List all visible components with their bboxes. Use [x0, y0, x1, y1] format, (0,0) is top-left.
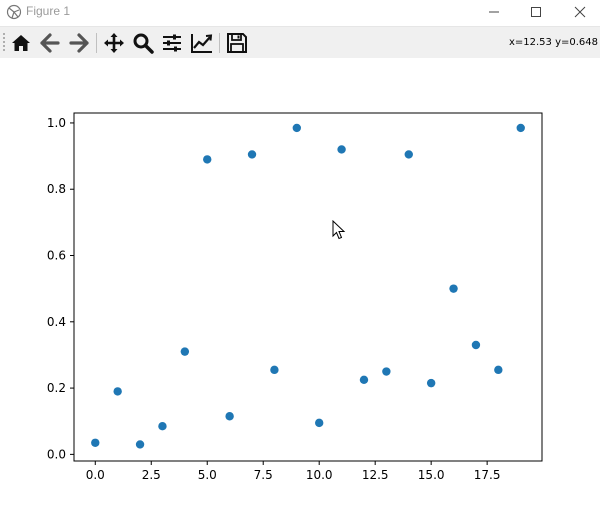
home-button[interactable] — [8, 30, 34, 56]
scatter-point — [337, 145, 346, 154]
x-tick-label: 15.0 — [418, 468, 445, 482]
scatter-point — [203, 155, 212, 164]
navigation-toolbar: x=12.53 y=0.648 — [0, 26, 600, 59]
y-tick-label: 0.2 — [47, 381, 66, 395]
forward-arrow-icon — [69, 33, 89, 53]
scatter-point — [135, 440, 145, 449]
configure-subplots-button[interactable] — [159, 30, 185, 56]
edit-axis-icon — [191, 34, 213, 53]
scatter-point — [359, 375, 369, 384]
scatter-point — [113, 387, 122, 396]
scatter-point — [91, 438, 100, 447]
window-title: Figure 1 — [26, 4, 71, 18]
home-icon — [12, 35, 30, 51]
x-tick-label: 17.5 — [474, 468, 501, 482]
scatter-point — [314, 418, 324, 428]
scatter-point — [247, 150, 257, 159]
pan-move-icon — [104, 33, 124, 53]
scatter-point — [270, 365, 279, 375]
minimize-button[interactable] — [472, 0, 516, 24]
scatter-point — [494, 365, 503, 375]
scatter-point — [426, 378, 436, 388]
x-tick-label: 7.5 — [254, 468, 273, 482]
forward-button[interactable] — [66, 30, 92, 56]
maximize-button[interactable] — [514, 0, 558, 24]
scatter-plot[interactable]: 0.0 2.5 5.0 7.5 10.0 12.5 15.0 17.5 0.0 0.2 0.4 0.6… — [0, 58, 600, 507]
y-tick-label: 1.0 — [47, 116, 66, 130]
back-arrow-icon — [40, 33, 60, 53]
y-tick-label: 0.8 — [47, 182, 66, 196]
matplotlib-figure-icon — [6, 4, 22, 20]
y-tick-label: 0.6 — [47, 249, 66, 263]
maximize-icon — [531, 7, 541, 17]
back-button[interactable] — [37, 30, 63, 56]
window-titlebar: Figure 1 — [0, 0, 600, 24]
save-button[interactable] — [224, 30, 250, 56]
scatter-point — [516, 123, 525, 133]
mouse-pointer-icon — [332, 220, 346, 240]
scatter-point — [225, 412, 234, 421]
x-tick-label: 5.0 — [198, 468, 217, 482]
scatter-point — [292, 123, 302, 133]
scatter-point — [471, 340, 481, 350]
minimize-icon — [489, 11, 499, 13]
x-tick-label: 12.5 — [362, 468, 389, 482]
cursor-coordinates-readout: x=12.53 y=0.648 — [508, 37, 598, 48]
toolbar-grip-icon — [3, 33, 5, 51]
save-floppy-icon — [227, 33, 247, 53]
x-tick-label: 0.0 — [86, 468, 105, 482]
scatter-point — [158, 422, 167, 431]
y-tick-label: 0.0 — [47, 447, 66, 461]
close-icon — [574, 6, 586, 18]
edit-axis-button[interactable] — [189, 30, 215, 56]
y-tick-label: 0.4 — [47, 315, 66, 329]
pan-button[interactable] — [101, 30, 127, 56]
subplots-sliders-icon — [163, 34, 181, 52]
scatter-point — [382, 367, 391, 376]
toolbar-separator — [96, 33, 97, 53]
close-button[interactable] — [558, 0, 600, 24]
axes-frame — [73, 112, 543, 462]
toolbar-separator — [219, 33, 220, 53]
zoom-button[interactable] — [130, 30, 156, 56]
scatter-point — [180, 347, 190, 356]
scatter-point — [449, 284, 458, 293]
zoom-magnifier-icon — [133, 33, 154, 54]
scatter-point — [404, 150, 413, 159]
x-tick-label: 10.0 — [306, 468, 333, 482]
x-tick-label: 2.5 — [142, 468, 161, 482]
figure-canvas[interactable]: 0.0 2.5 5.0 7.5 10.0 12.5 15.0 17.5 0.0 0.2 0.4 0.6… — [0, 58, 600, 507]
